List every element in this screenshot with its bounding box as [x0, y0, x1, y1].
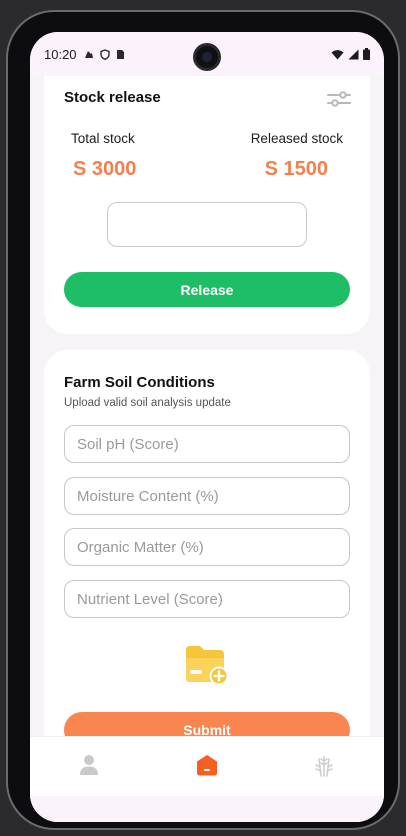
released-stock-value: S 1500: [264, 158, 328, 180]
status-time: 10:20: [44, 46, 77, 62]
phone-screen: 10:20 Stock release Total stock S 3000 R…: [30, 32, 384, 822]
wifi-icon: [331, 49, 344, 59]
sim-card-icon: [116, 49, 124, 59]
notification-icon: [84, 50, 93, 58]
nav-crops[interactable]: [310, 751, 338, 779]
filter-sliders-icon[interactable]: [326, 89, 352, 109]
wheat-icon: [315, 756, 333, 777]
released-stock-label: Released stock: [250, 131, 343, 146]
shield-icon: [99, 48, 110, 60]
total-stock-label: Total stock: [71, 131, 135, 146]
stock-release-title: Stock release: [64, 89, 161, 106]
total-stock-value: S 3000: [73, 158, 137, 180]
person-icon: [80, 755, 98, 775]
soil-conditions-card: Farm Soil Conditions Upload valid soil a…: [44, 350, 370, 736]
nav-home[interactable]: [193, 751, 221, 779]
home-icon: [197, 755, 217, 776]
organic-matter-input[interactable]: [64, 528, 350, 566]
front-camera: [193, 43, 221, 71]
battery-icon: [363, 48, 370, 60]
moisture-content-input[interactable]: [64, 477, 350, 515]
nav-profile[interactable]: [75, 751, 103, 779]
soil-conditions-title: Farm Soil Conditions: [64, 374, 215, 391]
nutrient-level-input[interactable]: [64, 580, 350, 618]
submit-button[interactable]: Submit: [64, 712, 350, 736]
bottom-navigation: [30, 736, 384, 822]
stock-release-card: Stock release Total stock S 3000 Release…: [44, 76, 370, 334]
scroll-content[interactable]: Stock release Total stock S 3000 Release…: [30, 76, 384, 736]
release-amount-input[interactable]: [107, 202, 307, 247]
upload-folder-icon[interactable]: [184, 644, 230, 688]
cellular-signal-icon: [348, 49, 359, 59]
release-button[interactable]: Release: [64, 272, 350, 307]
soil-conditions-subtitle: Upload valid soil analysis update: [64, 397, 231, 409]
soil-ph-input[interactable]: [64, 425, 350, 463]
